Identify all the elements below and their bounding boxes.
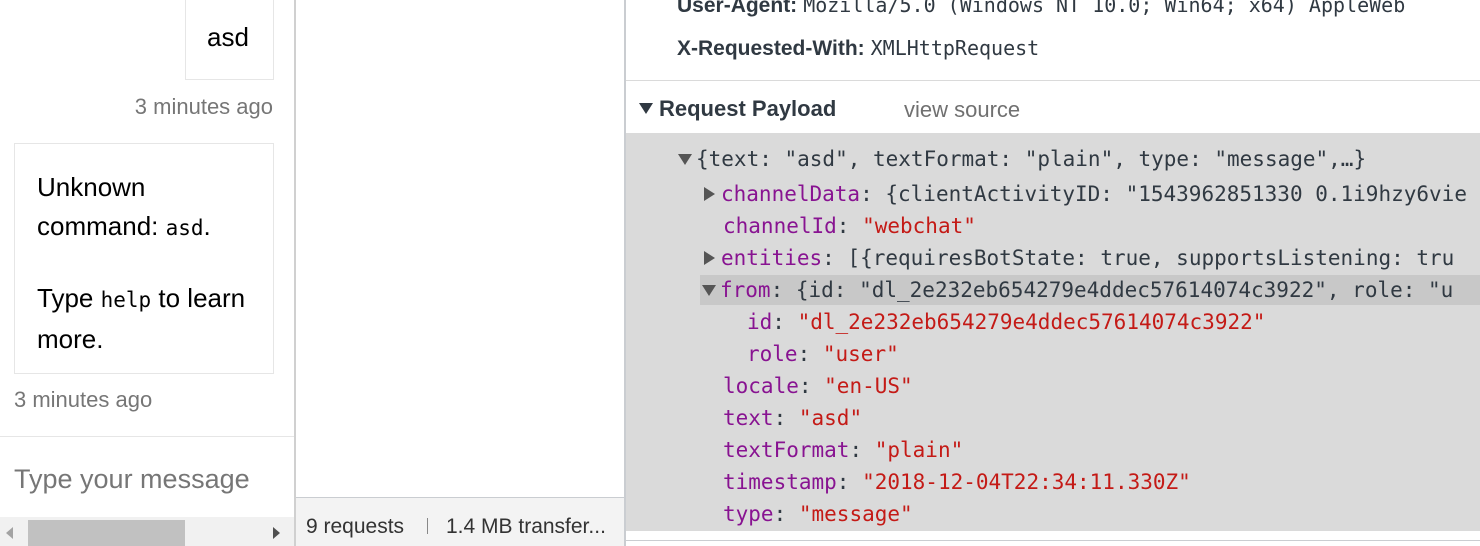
user-message-text: asd: [207, 22, 249, 52]
header-key: X-Requested-With:: [677, 37, 865, 60]
pane-bottom-border: [626, 540, 1480, 541]
horizontal-scrollbar[interactable]: [0, 517, 295, 546]
bot-message-line-2: Type help to learn more.: [37, 279, 251, 359]
bot-message-line-1: Unknown command: asd.: [37, 168, 251, 248]
bot-message-timestamp: 3 minutes ago: [14, 387, 153, 412]
request-details-pane: User-Agent: Mozilla/5.0 (Windows NT 10.0;…: [626, 0, 1480, 546]
tree-key: timestamp: [723, 470, 837, 494]
bot-code: help: [100, 288, 152, 312]
tree-value: "2018-12-04T22:34:11.330Z": [862, 470, 1191, 494]
tree-key: entities: [721, 246, 823, 270]
expand-triangle-icon[interactable]: [704, 251, 715, 265]
collapse-triangle-icon[interactable]: [639, 103, 653, 114]
tree-key: channelId: [723, 214, 837, 238]
tree-node-from-role: role: "user": [747, 342, 899, 366]
payload-root-node[interactable]: {text: "asd", textFormat: "plain", type:…: [678, 144, 1366, 174]
tree-key: channelData: [721, 182, 861, 206]
user-message-bubble: asd: [185, 0, 274, 80]
bot-text: Unknown command:: [37, 172, 166, 241]
header-x-requested-with: X-Requested-With: XMLHttpRequest: [677, 36, 1039, 61]
header-value: XMLHttpRequest: [870, 36, 1040, 60]
tree-value: "plain": [874, 438, 964, 462]
tree-node-channelData[interactable]: channelData: {clientActivityID: "1543962…: [704, 179, 1467, 209]
request-payload-section-header[interactable]: Request Payload view source: [626, 80, 1480, 133]
scroll-right-arrow-icon[interactable]: [273, 527, 280, 539]
bot-text: .: [203, 211, 211, 241]
transfer-size: 1.4 MB transfer...: [446, 515, 606, 538]
tree-node-text: text: "asd": [723, 406, 863, 430]
tree-node-entities[interactable]: entities: [{requiresBotState: true, supp…: [704, 243, 1454, 273]
tree-key: type: [723, 502, 774, 526]
tree-value: "user": [822, 342, 899, 366]
tree-value: "asd": [798, 406, 863, 430]
chat-pane: asd 3 minutes ago Unknown command: asd. …: [0, 0, 295, 546]
status-separator: [427, 518, 428, 534]
scrollbar-thumb[interactable]: [28, 520, 185, 546]
tree-key: from: [720, 278, 771, 302]
header-user-agent: User-Agent: Mozilla/5.0 (Windows NT 10.0;…: [677, 0, 1405, 18]
tree-value: "dl_2e232eb654279e4ddec57614074c3922": [797, 310, 1266, 334]
tree-preview: {clientActivityID: "1543962851330 0.1i9h…: [885, 182, 1467, 206]
bot-message-bubble: Unknown command: asd. Type help to learn…: [14, 143, 274, 374]
tree-key: locale: [723, 374, 799, 398]
tree-node-from[interactable]: from: {id: "dl_2e232eb654279e4ddec576140…: [700, 275, 1480, 305]
expand-triangle-icon[interactable]: [704, 187, 715, 201]
view-source-link[interactable]: view source: [904, 97, 1020, 123]
tree-key: id: [747, 310, 773, 334]
tree-key: role: [747, 342, 798, 366]
request-payload-tree: {text: "asd", textFormat: "plain", type:…: [626, 133, 1480, 531]
tree-value: "en-US": [824, 374, 913, 398]
collapse-triangle-icon[interactable]: [702, 285, 716, 296]
tree-node-from-id: id: "dl_2e232eb654279e4ddec57614074c3922…: [747, 310, 1266, 334]
payload-summary: {text: "asd", textFormat: "plain", type:…: [696, 147, 1367, 171]
tree-node-textFormat: textFormat: "plain": [723, 438, 964, 462]
tree-node-channelId: channelId: "webchat": [723, 214, 976, 238]
scroll-left-arrow-icon[interactable]: [6, 527, 13, 539]
tree-preview: [{requiresBotState: true, supportsListen…: [847, 246, 1455, 270]
collapse-triangle-icon[interactable]: [678, 154, 692, 165]
tree-node-type: type: "message": [723, 502, 913, 526]
tree-node-locale: locale: "en-US": [723, 374, 913, 398]
bot-text: Type: [37, 283, 101, 313]
header-key: User-Agent:: [677, 0, 798, 17]
request-count: 9 requests: [306, 515, 405, 538]
header-value: Mozilla/5.0 (Windows NT 10.0; Win64; x64…: [803, 0, 1406, 17]
tree-value: "webchat": [862, 214, 976, 238]
tree-node-timestamp: timestamp: "2018-12-04T22:34:11.330Z": [723, 470, 1191, 494]
tree-value: "message": [798, 502, 913, 526]
bot-code: asd: [165, 216, 204, 240]
network-status-bar: 9 requests 1.4 MB transfer...: [296, 497, 624, 546]
tree-preview: {id: "dl_2e232eb654279e4ddec57614074c392…: [795, 278, 1454, 302]
tree-key: text: [723, 406, 774, 430]
request-payload-title: Request Payload: [659, 96, 837, 121]
message-input-placeholder: Type your message: [14, 464, 250, 494]
request-list-pane: 9 requests 1.4 MB transfer...: [296, 0, 624, 546]
tree-key: textFormat: [723, 438, 850, 462]
user-message-timestamp: 3 minutes ago: [134, 94, 273, 119]
